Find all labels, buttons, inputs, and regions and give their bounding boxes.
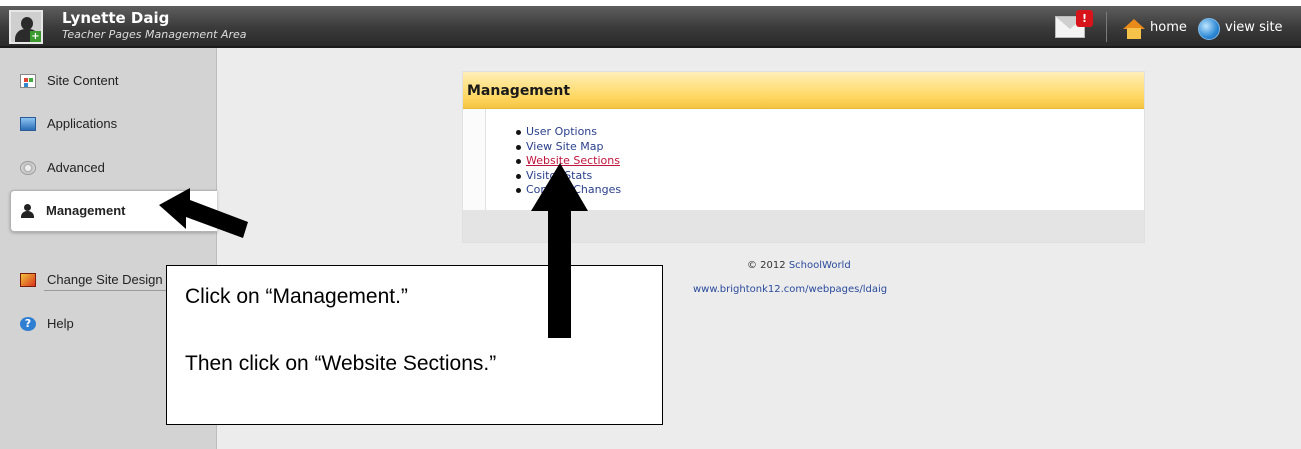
site-url-link[interactable]: www.brightonk12.com/webpages/ldaig (693, 284, 887, 295)
sidebar-item-management[interactable]: Management (10, 190, 217, 232)
sidebar-item-label: Site Content (47, 73, 119, 88)
copyright-line: © 2012 SchoolWorld (747, 260, 851, 271)
sidebar-item-advanced[interactable]: Advanced (0, 148, 217, 188)
panel-footer (463, 210, 1144, 242)
instruction-line-1: Click on “Management.” (185, 285, 408, 308)
sidebar-item-label: Management (46, 203, 126, 218)
globe-icon[interactable] (1198, 18, 1220, 40)
management-panel: Management User Options View Site Map We… (462, 71, 1145, 243)
home-wall (1127, 28, 1141, 39)
site-content-icon (20, 74, 36, 88)
sidebar-item-label: Advanced (47, 160, 105, 175)
help-icon: ? (20, 317, 36, 331)
sidebar-item-site-content[interactable]: Site Content (0, 61, 217, 101)
instruction-callout: Click on “Management.” Then click on “We… (166, 265, 663, 425)
home-link[interactable]: home (1150, 20, 1187, 35)
home-icon[interactable] (1123, 19, 1145, 39)
add-icon: + (30, 31, 41, 42)
mail-alert-badge: ! (1076, 10, 1093, 27)
sidebar-item-label: Help (47, 316, 74, 331)
view-site-link[interactable]: view site (1225, 20, 1283, 35)
panel-body: User Options View Site Map Website Secti… (485, 109, 1144, 210)
user-avatar[interactable]: + (9, 10, 43, 44)
management-icon (20, 204, 36, 218)
panel-title: Management (467, 83, 571, 99)
toolbar-divider (1106, 12, 1107, 42)
copyright-text: © 2012 (747, 260, 786, 271)
area-subtitle: Teacher Pages Management Area (62, 28, 247, 41)
management-links: User Options View Site Map Website Secti… (516, 125, 621, 198)
schoolworld-link[interactable]: SchoolWorld (789, 260, 851, 271)
instruction-line-2: Then click on “Website Sections.” (185, 352, 497, 375)
advanced-icon (20, 161, 36, 175)
management-icon-body (21, 211, 34, 218)
sidebar-item-label: Change Site Design (47, 272, 163, 287)
user-name: Lynette Daig (62, 9, 170, 27)
link-website-sections[interactable]: Website Sections (516, 154, 621, 169)
link-visitor-stats[interactable]: Visitor Stats (516, 169, 621, 184)
link-user-options[interactable]: User Options (516, 125, 621, 140)
sidebar-item-label: Applications (47, 116, 118, 131)
site-url-line: www.brightonk12.com/webpages/ldaig (693, 284, 887, 295)
applications-icon (20, 117, 36, 131)
link-view-site-map[interactable]: View Site Map (516, 140, 621, 155)
change-site-design-icon (20, 273, 36, 287)
management-icon-head (24, 204, 31, 211)
panel-header: Management (463, 72, 1144, 109)
top-bar: + Lynette Daig Teacher Pages Management … (0, 0, 1301, 48)
sidebar-item-applications[interactable]: Applications (0, 104, 217, 144)
link-content-changes[interactable]: Content Changes (516, 183, 621, 198)
